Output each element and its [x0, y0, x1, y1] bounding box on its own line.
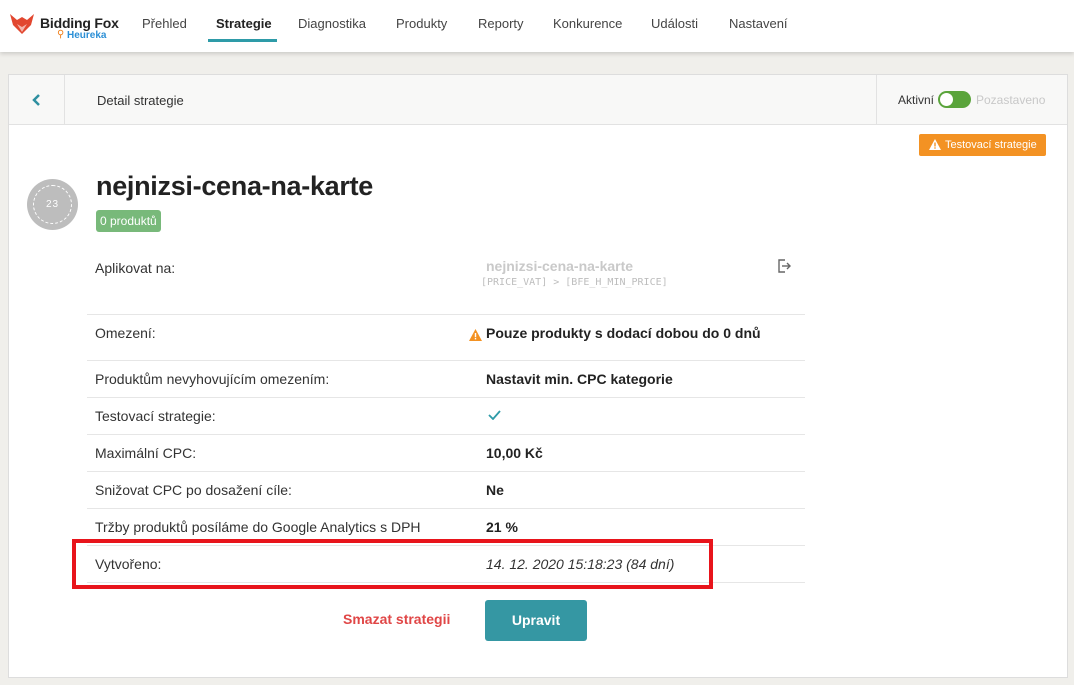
- test-strategy-badge-label: Testovací strategie: [945, 139, 1037, 151]
- nav-item-nastaveni[interactable]: Nastavení: [729, 16, 788, 43]
- heureka-search-icon: ⚲: [57, 29, 65, 40]
- status-active-label: Aktivní: [898, 93, 935, 107]
- detail-row-lower-cpc: Snižovat CPC po dosažení cíle: Ne: [87, 472, 805, 509]
- strategy-name: nejnizsi-cena-na-karte: [96, 171, 373, 201]
- fox-logo-icon: [10, 14, 34, 34]
- lower-cpc-label: Snižovat CPC po dosažení cíle:: [95, 482, 292, 498]
- detail-row-restriction: Omezení: Pouze produkty s dodací dobou d…: [87, 315, 805, 361]
- apply-label: Aplikovat na:: [95, 260, 176, 276]
- non-matching-value: Nastavit min. CPC kategorie: [486, 371, 673, 387]
- open-external-icon[interactable]: [777, 259, 791, 273]
- checkmark-icon: [488, 410, 501, 420]
- brand-logo[interactable]: Bidding Fox ⚲ Heureka: [9, 10, 134, 42]
- delete-strategy-link[interactable]: Smazat strategii: [343, 611, 450, 627]
- nav-item-reporty[interactable]: Reporty: [478, 16, 524, 43]
- max-cpc-label: Maximální CPC:: [95, 445, 197, 461]
- edit-button[interactable]: Upravit: [485, 600, 587, 641]
- detail-row-apply: Aplikovat na: nejnizsi-cena-na-karte [PR…: [87, 247, 805, 315]
- detail-row-max-cpc: Maximální CPC: 10,00 Kč: [87, 435, 805, 472]
- max-cpc-value: 10,00 Kč: [486, 445, 543, 461]
- nav-item-prehled[interactable]: Přehled: [142, 16, 187, 43]
- back-button[interactable]: [9, 75, 65, 125]
- apply-name: nejnizsi-cena-na-karte: [486, 258, 634, 274]
- analytics-value: 21 %: [486, 519, 518, 535]
- avatar: 23: [27, 179, 78, 230]
- page-title: Detail strategie: [97, 93, 184, 108]
- nav-item-udalosti[interactable]: Události: [651, 16, 698, 43]
- nav-item-produkty[interactable]: Produkty: [396, 16, 447, 43]
- warning-icon: [929, 139, 941, 150]
- lower-cpc-value: Ne: [486, 482, 504, 498]
- restriction-value: Pouze produkty s dodací dobou do 0 dnů: [486, 325, 761, 341]
- highlight-box: [72, 539, 713, 589]
- status-paused-label: Pozastaveno: [976, 93, 1046, 107]
- detail-row-testing: Testovací strategie:: [87, 398, 805, 435]
- analytics-label: Tržby produktů posíláme do Google Analyt…: [95, 519, 421, 535]
- brand-name: Bidding Fox: [40, 15, 119, 31]
- detail-row-non-matching: Produktům nevyhovujícím omezením: Nastav…: [87, 361, 805, 398]
- active-toggle[interactable]: [938, 91, 971, 108]
- status-toggle-group: Aktivní Pozastaveno: [876, 75, 1067, 125]
- testing-label: Testovací strategie:: [95, 408, 216, 424]
- chevron-left-icon: [32, 94, 40, 106]
- warning-icon: [469, 329, 482, 341]
- brand-sub: Heureka: [67, 30, 107, 41]
- apply-code: [PRICE_VAT] > [BFE_H_MIN_PRICE]: [481, 277, 668, 288]
- card-header: Detail strategie Aktivní Pozastaveno: [9, 75, 1067, 125]
- test-strategy-badge: Testovací strategie: [919, 134, 1046, 156]
- avatar-text: 23: [33, 185, 72, 224]
- products-count-badge: 0 produktů: [96, 210, 161, 232]
- restriction-label: Omezení:: [95, 325, 156, 341]
- top-navbar: Bidding Fox ⚲ Heureka Přehled Strategie …: [0, 0, 1074, 52]
- nav-item-diagnostika[interactable]: Diagnostika: [298, 16, 366, 43]
- nav-item-konkurence[interactable]: Konkurence: [553, 16, 622, 43]
- toggle-knob: [940, 93, 953, 106]
- non-matching-label: Produktům nevyhovujícím omezením:: [95, 371, 330, 387]
- nav-active-indicator: [208, 39, 277, 42]
